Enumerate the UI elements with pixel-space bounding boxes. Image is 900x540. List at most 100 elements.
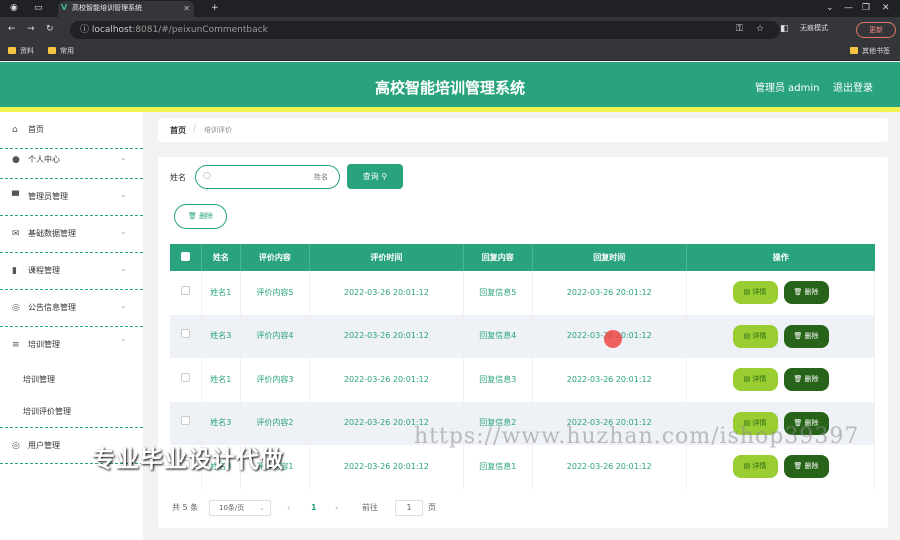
cell-name: 姓名1 (201, 358, 242, 402)
search-icon: ○ (203, 171, 211, 181)
delete-button[interactable]: 🗑 删除 (783, 281, 829, 305)
search-field[interactable]: ○ (195, 165, 340, 189)
forward-icon[interactable]: → (27, 23, 35, 35)
close-window-icon[interactable]: ✕ (882, 2, 890, 14)
detail-button[interactable]: ▤ 详情 (732, 324, 778, 348)
delete-button[interactable]: 🗑 删除 (783, 368, 829, 392)
sidebar-item-label: 首页 (28, 125, 44, 134)
bookmark-folder[interactable]: 资料 (8, 46, 34, 57)
sidebar-item-label: 基础数据管理 (28, 229, 76, 238)
back-icon[interactable]: ← (8, 23, 16, 35)
cell-reply-time: 2022-03-26 20:01:12 (532, 445, 688, 489)
home-icon: ⌂ (12, 125, 18, 135)
address-bar[interactable]: ⓘ localhost:8081/#/peixunCommentback (70, 21, 780, 39)
goto-page-input[interactable]: 1 (395, 500, 423, 516)
cell-reply: 回复信息5 (463, 271, 533, 315)
delete-button[interactable]: 🗑 删除 (783, 455, 829, 479)
detail-button[interactable]: ▤ 详情 (732, 281, 778, 305)
sidebar-item-label: 培训管理 (28, 340, 60, 349)
folder-icon (48, 47, 56, 54)
name-filter-label: 姓名 (170, 173, 186, 182)
cell-actions: ▤ 详情 🗑 删除 (686, 314, 875, 358)
sidebar-item-admins[interactable]: ▀ 管理员管理 ⌄ (0, 179, 143, 216)
row-checkbox[interactable] (170, 271, 202, 315)
monitor-icon: ▀ (12, 192, 19, 202)
window-icon[interactable]: ▭ (34, 2, 43, 14)
next-page-button[interactable]: › (335, 500, 338, 516)
delete-button[interactable]: 🗑 删除 (783, 324, 829, 348)
prev-page-button[interactable]: ‹ (287, 500, 290, 516)
cell-content: 评价内容2 (240, 401, 310, 445)
update-button[interactable]: 更新 (856, 22, 896, 38)
breadcrumb: 首页 / 培训评价 (158, 118, 888, 142)
sidebar-item-courses[interactable]: ▮ 课程管理 ⌄ (0, 253, 143, 290)
reload-icon[interactable]: ↻ (46, 23, 54, 35)
batch-delete-button[interactable]: 🗑 删除 (174, 204, 227, 229)
browser-tab[interactable]: V 高校智能培训管理系统 ✕ (58, 1, 194, 17)
chevron-down-icon: ⌄ (259, 504, 265, 512)
admin-label: 管理员 admin (755, 83, 820, 94)
star-icon[interactable]: ☆ (756, 23, 764, 35)
sidebar: ⌂ 首页 ● 个人中心 ⌄ ▀ 管理员管理 ⌄ ✉ 基础数据管理 ⌄ ▮ 课程管… (0, 112, 143, 540)
cell-name: 姓名3 (201, 314, 242, 358)
sidebar-item-basic-data[interactable]: ✉ 基础数据管理 ⌄ (0, 216, 143, 253)
browser-toolbar: ← → ↻ ⓘ localhost:8081/#/peixunCommentba… (0, 17, 900, 43)
breadcrumb-separator: / (193, 124, 197, 134)
column-header: 评价时间 (309, 244, 465, 271)
query-button[interactable]: 查询 ⚲ (347, 164, 403, 189)
globe-icon[interactable]: ◉ (10, 2, 18, 14)
column-header: 评价内容 (240, 244, 310, 271)
select-all-checkbox[interactable] (170, 244, 202, 271)
chevron-down-icon[interactable]: ⌄ (826, 2, 834, 14)
key-icon[interactable]: ⚿ (736, 23, 743, 35)
watermark-url: https://www.huzhan.com/ishop39397 (414, 424, 860, 449)
bookmark-folder[interactable]: 常用 (48, 46, 74, 57)
cell-reply-time: 2022-03-26 20:01:12 (532, 271, 688, 315)
sidebar-sub-training-comment[interactable]: 培训评价管理 (23, 406, 71, 417)
sidebar-item-label: 课程管理 (28, 266, 60, 275)
restore-icon[interactable]: ❐ (862, 2, 870, 14)
goto-label: 前往 (362, 503, 378, 512)
search-input[interactable] (216, 170, 328, 184)
row-checkbox[interactable] (170, 314, 202, 358)
sidebar-item-label: 个人中心 (28, 155, 60, 164)
sidebar-item-profile[interactable]: ● 个人中心 ⌄ (0, 142, 143, 179)
watermark-text: 专业毕业设计代做 (92, 447, 284, 473)
detail-button[interactable]: ▤ 详情 (732, 368, 778, 392)
close-icon[interactable]: ✕ (183, 1, 190, 16)
chevron-down-icon: ⌄ (120, 190, 127, 199)
table-row: 姓名1 评价内容3 2022-03-26 20:01:12 回复信息3 2022… (170, 358, 875, 402)
chevron-up-icon: ⌃ (120, 338, 127, 347)
new-tab-icon[interactable]: + (211, 2, 219, 14)
sidebar-item-notices[interactable]: ◎ 公告信息管理 ⌄ (0, 290, 143, 327)
sidebar-item-training[interactable]: ≡ 培训管理 ⌃ (0, 327, 143, 364)
menu-icon: ≡ (12, 340, 20, 350)
app-header: 高校智能培训管理系统 管理员 admin 退出登录 (0, 62, 900, 107)
page-size-select[interactable]: 10条/页 ⌄ (209, 500, 271, 516)
cell-reply-time: 2022-03-26 20:01:12 (532, 358, 688, 402)
cell-content: 评价内容4 (240, 314, 310, 358)
cell-content: 评价内容3 (240, 358, 310, 402)
minimize-icon[interactable]: — (844, 2, 853, 14)
cell-actions: ▤ 详情 🗑 删除 (686, 358, 875, 402)
detail-button[interactable]: ▤ 详情 (732, 455, 778, 479)
sidebar-item-label: 用户管理 (28, 441, 60, 450)
folder-icon (850, 47, 858, 54)
column-header: 回复内容 (463, 244, 533, 271)
row-checkbox[interactable] (170, 401, 202, 445)
breadcrumb-current: 培训评价 (204, 126, 232, 134)
sidebar-item-label: 管理员管理 (28, 192, 68, 201)
user-circle-icon: ◎ (12, 441, 20, 451)
cell-time: 2022-03-26 20:01:12 (309, 271, 465, 315)
sidepanel-icon[interactable]: ◧ (780, 23, 789, 35)
cell-actions: ▤ 详情 🗑 删除 (686, 445, 875, 489)
sidebar-sub-training[interactable]: 培训管理 (23, 374, 55, 385)
incognito-label[interactable]: 无痕模式 (800, 23, 828, 33)
info-icon: ⓘ (80, 25, 92, 35)
bookmark-folder-other[interactable]: 其他书签 (850, 46, 890, 57)
cell-reply: 回复信息4 (463, 314, 533, 358)
logout-link[interactable]: 退出登录 (833, 79, 873, 94)
breadcrumb-home[interactable]: 首页 (170, 125, 186, 136)
page-number[interactable]: 1 (311, 500, 317, 516)
row-checkbox[interactable] (170, 358, 202, 402)
